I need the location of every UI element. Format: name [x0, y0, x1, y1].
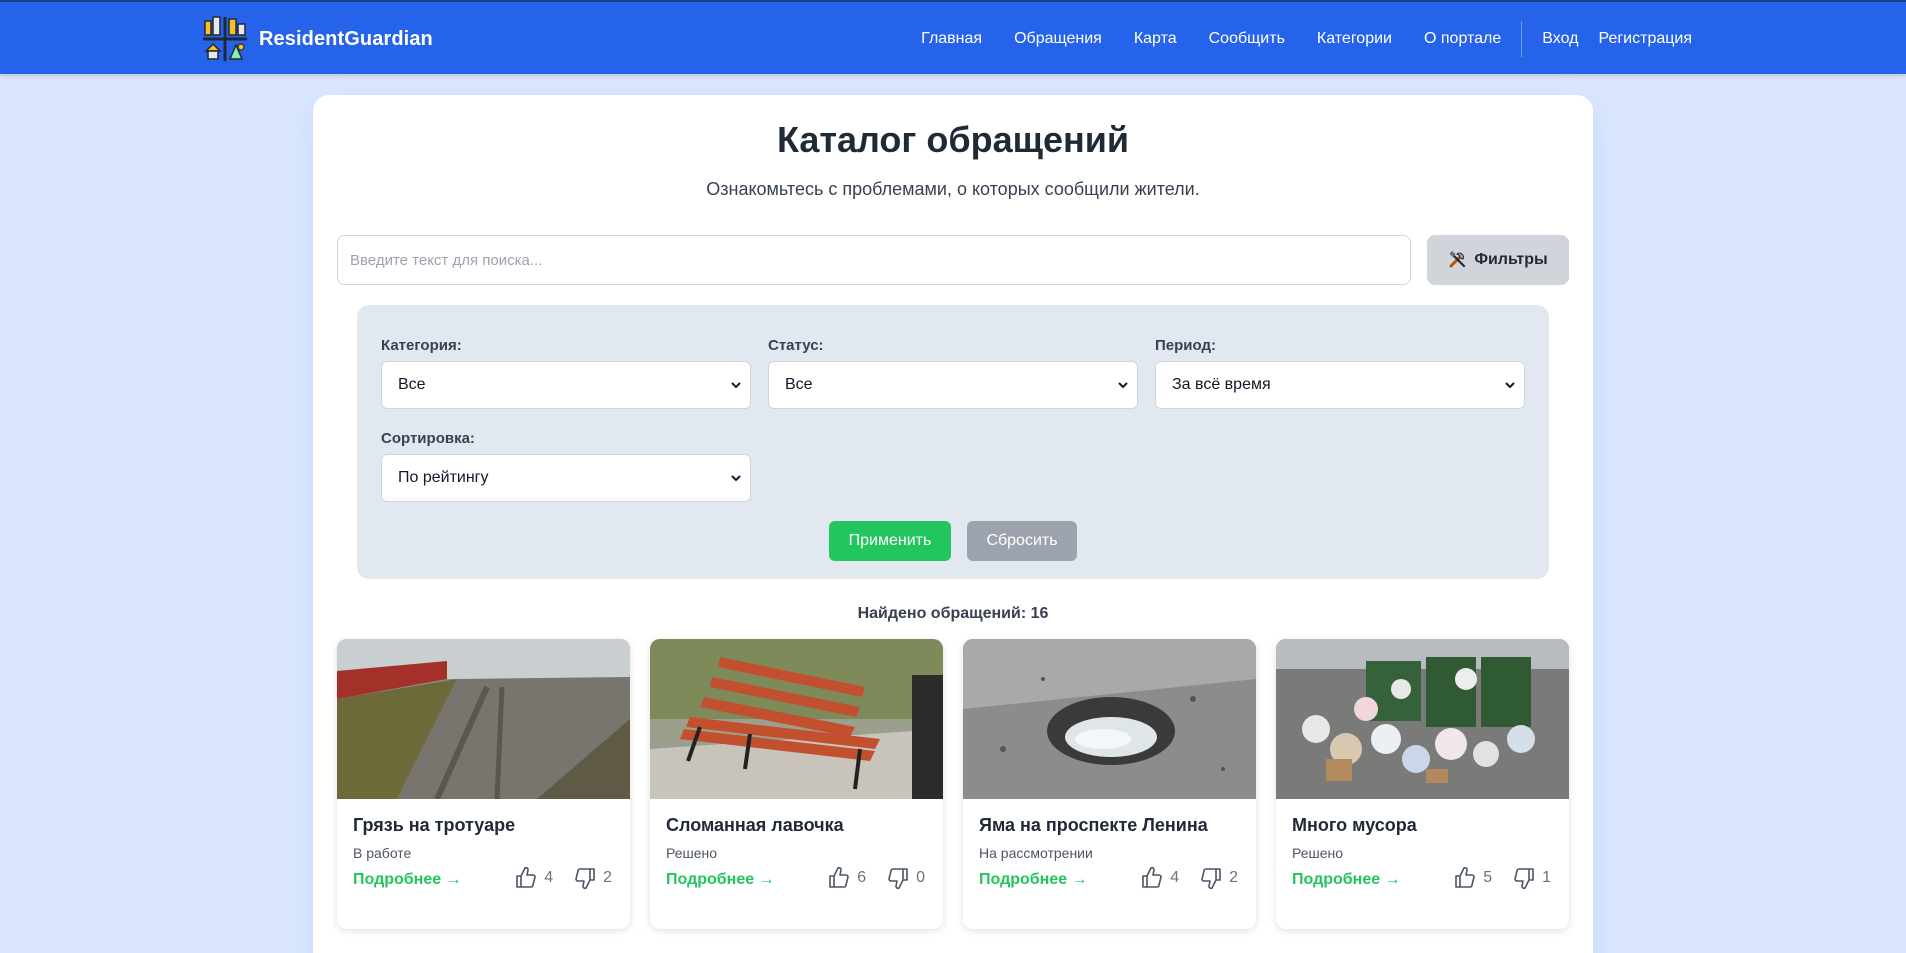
period-select-value: За всё время: [1172, 376, 1271, 393]
appeal-photo: [963, 639, 1256, 799]
main-nav: Главная Обращения Карта Сообщить Категор…: [921, 2, 1692, 76]
appeal-status: На рассмотрении: [979, 845, 1093, 861]
appeal-status: Решено: [1292, 845, 1344, 861]
nav-report[interactable]: Сообщить: [1209, 30, 1285, 48]
appeal-status: Решено: [666, 845, 718, 861]
thumbs-down-icon[interactable]: [886, 866, 910, 890]
thumbs-up-icon[interactable]: [1140, 866, 1164, 890]
category-select-value: Все: [398, 376, 426, 393]
filters-label: Фильтры: [1474, 251, 1548, 268]
reset-button[interactable]: Сбросить: [967, 521, 1077, 561]
likes-count: 4: [544, 869, 554, 886]
appeal-title: Много мусора: [1292, 815, 1417, 835]
sort-select[interactable]: По рейтингу: [381, 454, 751, 502]
appeal-title: Сломанная лавочка: [666, 815, 844, 835]
vote-group: 4 2: [1140, 866, 1238, 890]
city-logo-icon: [201, 15, 249, 63]
tools-icon: [1449, 251, 1466, 268]
top-navbar: ResidentGuardian Главная Обращения Карта…: [0, 0, 1906, 74]
page-subtitle: Ознакомьтесь с проблемами, о которых соо…: [706, 179, 1200, 199]
nav-categories[interactable]: Категории: [1317, 30, 1392, 48]
details-link[interactable]: Подробнее →: [979, 871, 1088, 889]
vote-group: 6 0: [827, 866, 925, 890]
appeal-status: В работе: [353, 845, 412, 861]
sort-select-value: По рейтингу: [398, 469, 489, 486]
dislikes-count: 1: [1542, 869, 1551, 886]
appeal-title: Яма на проспекте Ленина: [979, 815, 1208, 835]
brand-name: ResidentGuardian: [259, 27, 433, 50]
filters-button[interactable]: Фильтры: [1427, 235, 1569, 285]
period-label: Период:: [1155, 337, 1216, 354]
period-select[interactable]: За всё время: [1155, 361, 1525, 409]
filter-panel: Категория: Все Статус: Все Период: За вс…: [357, 305, 1549, 579]
appeal-photo: [650, 639, 943, 799]
search-input[interactable]: [337, 235, 1411, 285]
chevron-down-icon: [731, 475, 741, 482]
catalog-container: Каталог обращений Ознакомьтесь с проблем…: [313, 95, 1593, 953]
nav-register[interactable]: Регистрация: [1598, 30, 1692, 48]
page-title: Каталог обращений: [776, 119, 1130, 160]
apply-button[interactable]: Применить: [829, 521, 951, 561]
status-select-value: Все: [785, 376, 813, 393]
results-count: Найдено обращений: 16: [857, 605, 1049, 622]
nav-about[interactable]: О портале: [1424, 30, 1501, 48]
nav-map[interactable]: Карта: [1134, 30, 1177, 48]
appeal-photo: [1276, 639, 1569, 799]
category-select[interactable]: Все: [381, 361, 751, 409]
category-label: Категория:: [381, 337, 462, 354]
nav-divider: [1521, 21, 1523, 57]
details-link[interactable]: Подробнее →: [1292, 871, 1401, 889]
details-link[interactable]: Подробнее →: [666, 871, 775, 889]
thumbs-up-icon[interactable]: [514, 866, 538, 890]
thumbs-down-icon[interactable]: [1199, 866, 1223, 890]
status-label: Статус:: [768, 337, 824, 354]
details-link[interactable]: Подробнее →: [353, 871, 462, 889]
chevron-down-icon: [731, 382, 741, 389]
likes-count: 5: [1483, 869, 1493, 886]
likes-count: 4: [1170, 869, 1180, 886]
sort-label: Сортировка:: [381, 430, 475, 447]
dislikes-count: 2: [603, 869, 612, 886]
nav-login[interactable]: Вход: [1542, 30, 1578, 48]
thumbs-down-icon[interactable]: [1512, 866, 1536, 890]
thumbs-down-icon[interactable]: [573, 866, 597, 890]
chevron-down-icon: [1118, 382, 1128, 389]
thumbs-up-icon[interactable]: [1453, 866, 1477, 890]
appeal-card[interactable]: Много мусора Решено Подробнее → 5 1: [1276, 639, 1569, 929]
chevron-down-icon: [1505, 382, 1515, 389]
vote-group: 5 1: [1453, 866, 1551, 890]
nav-home[interactable]: Главная: [921, 30, 982, 48]
dislikes-count: 0: [916, 869, 925, 886]
appeal-card[interactable]: Яма на проспекте Ленина На рассмотрении …: [963, 639, 1256, 929]
dislikes-count: 2: [1229, 869, 1238, 886]
nav-appeals[interactable]: Обращения: [1014, 30, 1102, 48]
brand-logo[interactable]: ResidentGuardian: [201, 15, 433, 63]
appeal-title: Грязь на тротуаре: [353, 815, 516, 835]
appeal-card[interactable]: Грязь на тротуаре В работе Подробнее → 4…: [337, 639, 630, 929]
likes-count: 6: [857, 869, 867, 886]
status-select[interactable]: Все: [768, 361, 1138, 409]
thumbs-up-icon[interactable]: [827, 866, 851, 890]
appeal-card[interactable]: Сломанная лавочка Решено Подробнее → 6 0: [650, 639, 943, 929]
vote-group: 4 2: [514, 866, 612, 890]
appeal-photo: [337, 639, 630, 799]
